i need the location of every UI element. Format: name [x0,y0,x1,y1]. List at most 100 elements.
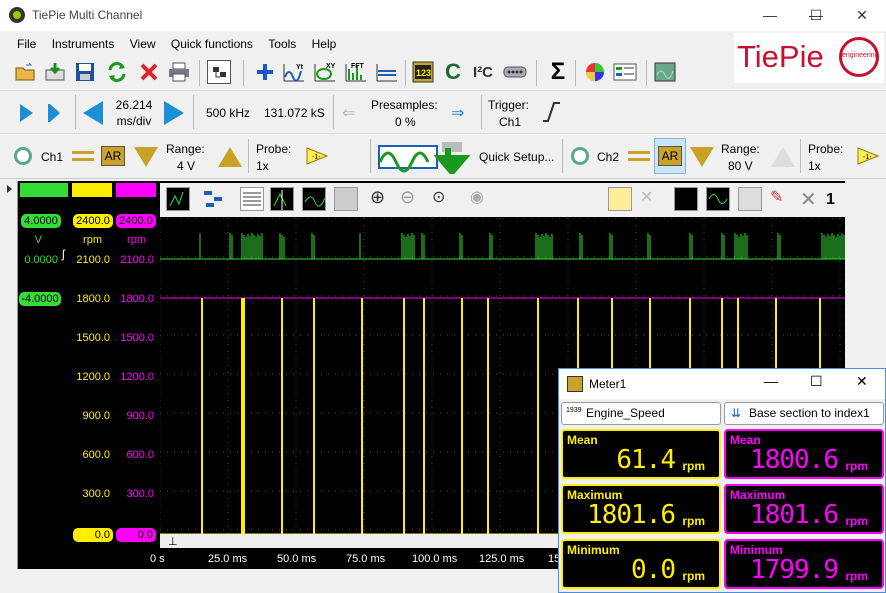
menu-file[interactable]: File [11,33,42,51]
channel-list-icon[interactable] [612,58,638,86]
trigger-edge-icon[interactable] [540,99,562,128]
ch1-top-value[interactable]: 4.0000 [21,214,61,228]
quick-setup-button[interactable]: Quick Setup... [479,150,554,165]
ch1-color-header[interactable] [20,183,68,197]
ch2-tick: 1200.0 [76,371,110,383]
ch1-unit: V [34,234,42,246]
serial-icon[interactable] [502,58,528,86]
fft-graph-icon[interactable]: FFT [343,58,369,86]
timebase-increase-icon[interactable] [164,101,184,125]
sigma-icon[interactable]: Σ [545,58,571,86]
line-style-icon[interactable] [302,187,326,211]
ch2-power-icon[interactable] [571,147,589,165]
ch1-range-down-icon[interactable] [134,147,158,167]
yt-graph-icon[interactable]: Yt [281,58,307,86]
ch1-autorange-button[interactable]: AR [101,146,125,166]
grid-icon[interactable] [334,187,358,211]
source-name: Engine_Speed [586,406,665,420]
meter-maximize-button[interactable]: ☐ [810,373,823,390]
save-icon[interactable] [72,58,98,86]
trigger-source[interactable]: Ch1 [499,115,521,130]
menu-tools[interactable]: Tools [262,33,302,51]
ch3-bottom-value[interactable]: 0.0 [116,528,156,542]
instrument-icon[interactable] [207,60,231,84]
meter-minimize-button[interactable]: — [764,373,778,389]
sample-rate[interactable]: 500 kHz [206,106,250,121]
ch1-range-up-icon[interactable] [218,147,242,167]
view-icon[interactable]: ◉ [470,187,494,211]
maximize-button[interactable]: ☐ [793,0,839,31]
open-icon[interactable] [12,58,38,86]
meter-cell: Mean 61.4 rpm [561,429,721,479]
meter-source-select[interactable]: 1939 Engine_Speed [561,402,721,425]
add-icon[interactable] [252,58,278,86]
eraser-icon[interactable]: ✎ [770,187,794,211]
ch2-bottom-value[interactable]: 0.0 [73,528,113,542]
ch2-range-up-icon[interactable] [771,147,795,167]
ch2-coupling-icon[interactable] [628,151,650,161]
disabled-icon[interactable]: ✕ [640,187,664,211]
xy-graph-icon[interactable]: XY [312,58,338,86]
close-red-icon[interactable] [136,58,162,86]
save-download-icon[interactable] [42,58,68,86]
close-button[interactable]: ✕ [839,0,885,31]
ch1-bottom-value[interactable]: -4.0000 [19,292,61,306]
presample-right-icon[interactable]: ⇒ [451,103,475,122]
meter-close-button[interactable]: ✕ [856,373,868,390]
print-icon[interactable] [166,58,192,86]
ch3-tick: 1200.0 [120,371,154,383]
axis-panel: 4.0000 V 0.0000 ʃ -4.0000 2400.0 rpm 210… [18,181,158,549]
presample-left-icon[interactable]: ⇐ [342,103,362,122]
ch1-power-icon[interactable] [14,147,32,165]
menu-instruments[interactable]: Instruments [46,33,121,51]
timebase-decrease-icon[interactable] [83,101,103,125]
time-cursor-icon[interactable]: ⊥ [168,535,178,548]
meter-title-bar: Meter1 — ☐ ✕ [559,369,885,399]
table-icon[interactable] [240,187,264,211]
waveform-icon[interactable] [706,187,730,211]
ch3-top-value[interactable]: 2400.0 [116,214,156,228]
meter-icon[interactable]: 123 [410,58,436,86]
menu-help[interactable]: Help [306,33,343,51]
collapse-icon[interactable] [7,185,12,193]
cursor-icon[interactable] [270,187,294,211]
ch2-color-header[interactable] [72,183,112,197]
zoom-in-icon[interactable]: ⊕ [370,187,394,211]
screen-icon[interactable] [652,58,678,86]
clear-icon[interactable]: ✕ [800,187,824,211]
ch1-probe-icon[interactable]: -1- [305,145,329,170]
c-icon[interactable]: C [440,58,466,86]
ch2-top-value[interactable]: 2400.0 [73,214,113,228]
i2c-icon[interactable]: I²C [470,58,496,86]
trigger-level-marker[interactable]: ʃ [62,247,65,261]
ch1-name: Ch1 [41,150,64,164]
menu-quick-functions[interactable]: Quick functions [165,33,259,51]
ch2-autorange-button[interactable]: AR [658,146,682,166]
ch3-color-header[interactable] [116,183,156,197]
channel-layout-icon[interactable] [202,187,226,211]
time-label: 25.0 ms [208,553,248,565]
ch1-coupling-icon[interactable] [72,151,94,161]
graph-mode-icon[interactable] [166,187,190,211]
comment-icon[interactable] [608,187,632,211]
export-icon[interactable] [738,187,762,211]
run-icon[interactable] [20,104,33,122]
zoom-fit-icon[interactable]: ⊙ [432,187,456,211]
record-length[interactable]: 131.072 kS [264,106,325,121]
meter-base-select[interactable]: ⇊ Base section to index1 [724,402,884,425]
color-wheel-icon[interactable] [582,58,608,86]
zoom-out-icon[interactable]: ⊖ [400,187,424,211]
ch1-ch2-icon[interactable] [674,187,698,211]
refresh-icon[interactable] [104,58,130,86]
quick-setup-icon[interactable] [378,140,478,177]
min-button[interactable]: — [747,0,793,31]
ch2-range-down-icon[interactable] [690,147,714,167]
horizontal-scrollbar[interactable]: ⊥ [160,534,560,548]
menu-view[interactable]: View [124,33,162,51]
ch3-tick: 2100.0 [120,254,154,266]
line-graph-icon[interactable] [374,58,400,86]
meter-cell-value: 0.0 [631,555,676,585]
menu-bar: File Instruments View Quick functions To… [0,33,730,55]
single-shot-icon[interactable] [50,104,60,122]
ch2-probe-icon[interactable]: -1- [856,145,880,170]
